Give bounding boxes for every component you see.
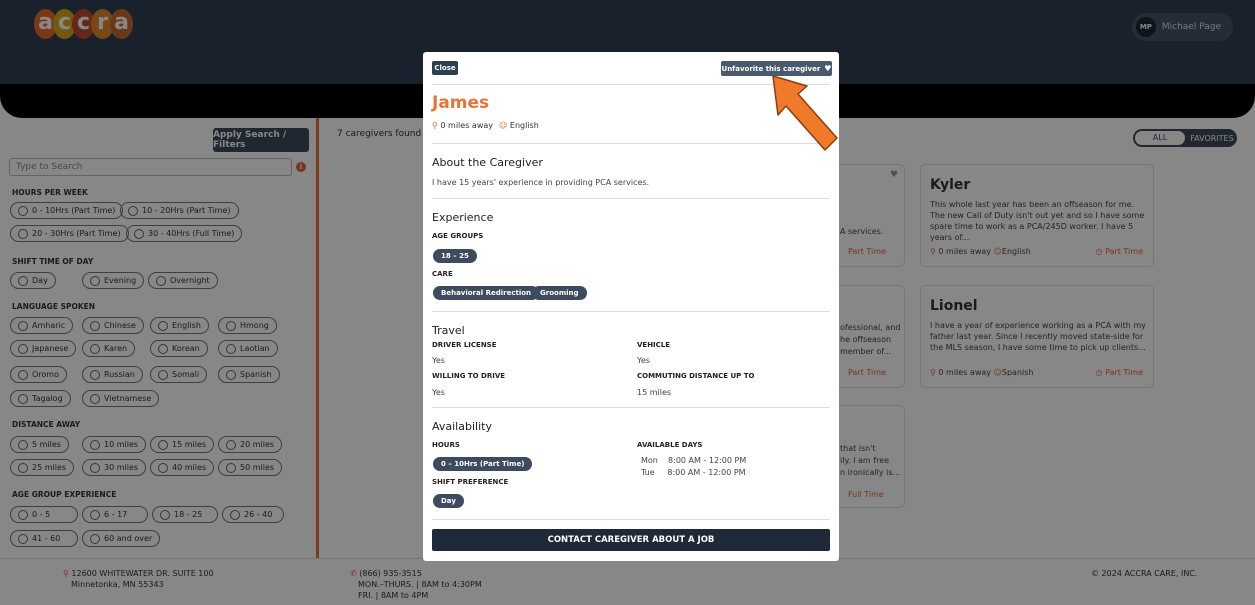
age-group-pill: 18 – 25 <box>433 249 477 263</box>
day-row: Tue 8:00 AM - 12:00 PM <box>641 468 746 477</box>
care-pill: Behavioral Redirection <box>433 286 540 300</box>
day-name: Mon <box>641 456 658 465</box>
day-time: 8:00 AM - 12:00 PM <box>667 468 746 477</box>
vehicle-label: VEHICLE <box>637 341 671 349</box>
commute-value: 15 miles <box>637 388 672 397</box>
available-days-label: AVAILABLE DAYS <box>637 441 703 449</box>
commute-label: COMMUTING DISTANCE UP TO <box>637 372 755 380</box>
caregiver-meta: ⚲ 0 miles away ☺ English <box>432 121 539 130</box>
care-pill: Grooming <box>532 286 587 300</box>
hours-label: HOURS <box>432 441 460 449</box>
divider <box>432 407 830 408</box>
driver-license-label: DRIVER LICENSE <box>432 341 497 349</box>
driver-license-value: Yes <box>432 356 445 365</box>
care-label: CARE <box>432 270 453 278</box>
caregiver-distance: 0 miles away <box>440 121 493 130</box>
divider <box>432 198 830 199</box>
speech-bubble-icon: ☺ <box>499 121 508 130</box>
divider <box>432 311 830 312</box>
hours-pill: 0 – 10Hrs (Part Time) <box>433 457 533 471</box>
close-button[interactable]: Close <box>432 61 458 75</box>
day-name: Tue <box>641 468 655 477</box>
travel-title: Travel <box>432 324 465 337</box>
about-title: About the Caregiver <box>432 156 543 169</box>
caregiver-name: James <box>432 93 490 113</box>
shift-pill: Day <box>433 494 464 508</box>
contact-caregiver-button[interactable]: CONTACT CAREGIVER ABOUT A JOB <box>432 529 830 551</box>
day-time: 8:00 AM - 12:00 PM <box>668 456 747 465</box>
age-groups-label: AGE GROUPS <box>432 232 484 240</box>
divider <box>432 519 830 520</box>
day-row: Mon 8:00 AM - 12:00 PM <box>641 456 746 465</box>
annotation-arrow-icon <box>772 75 838 151</box>
availability-title: Availability <box>432 420 492 433</box>
shift-preference-label: SHIFT PREFERENCE <box>432 478 509 486</box>
map-pin-icon: ⚲ <box>432 121 438 130</box>
caregiver-language: English <box>509 121 539 130</box>
vehicle-value: Yes <box>637 356 650 365</box>
about-text: I have 15 years' experience in providing… <box>432 178 650 187</box>
experience-title: Experience <box>432 211 494 224</box>
willing-value: Yes <box>432 388 445 397</box>
willing-label: WILLING TO DRIVE <box>432 372 506 380</box>
